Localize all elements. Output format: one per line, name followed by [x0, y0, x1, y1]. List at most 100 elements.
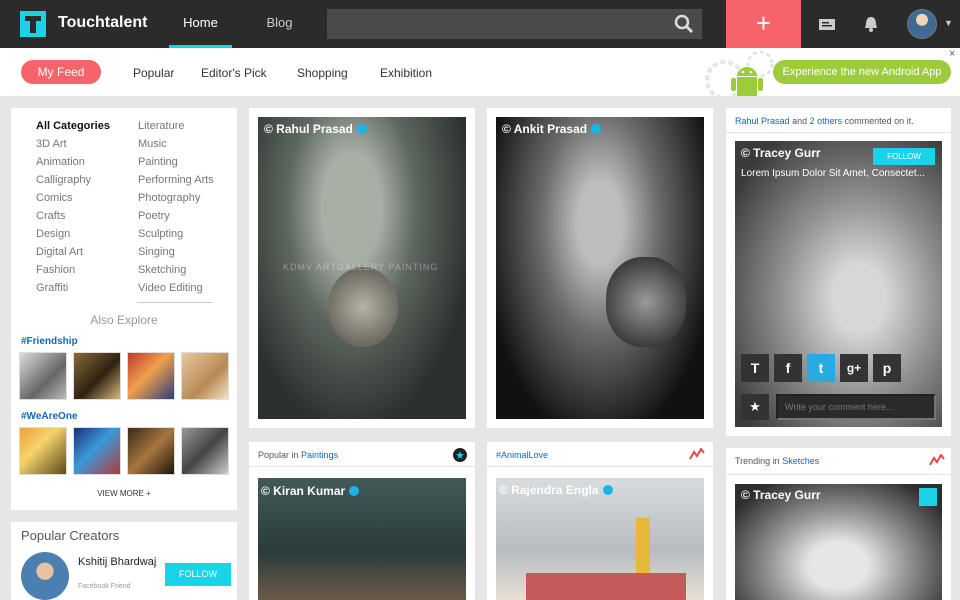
activity-header: Rahul Prasad and 2 others commented on i… [735, 116, 914, 126]
category-item[interactable]: Graffiti [36, 282, 68, 294]
category-item[interactable]: Comics [36, 192, 73, 204]
filter-shopping[interactable]: Shopping [297, 66, 348, 80]
touchtalent-share-icon[interactable]: T [741, 354, 769, 382]
also-explore-heading: Also Explore [90, 313, 158, 327]
category-item[interactable]: Poetry [138, 210, 170, 222]
messages-icon[interactable] [818, 15, 836, 33]
chevron-down-icon[interactable]: ▼ [944, 18, 953, 28]
artist-credit[interactable]: © Tracey Gurr [741, 146, 821, 160]
explore-thumbnail[interactable] [19, 427, 67, 475]
category-item[interactable]: Fashion [36, 264, 75, 276]
category-sidebar: All Categories 3D Art Animation Calligra… [11, 108, 237, 510]
google-plus-share-icon[interactable]: g+ [840, 354, 868, 382]
user-avatar[interactable] [907, 9, 937, 39]
tag-weareone[interactable]: #WeAreOne [21, 411, 78, 422]
explore-thumbnail[interactable] [73, 352, 121, 400]
category-item[interactable]: Painting [138, 156, 178, 168]
category-item[interactable]: Crafts [36, 210, 65, 222]
android-app-promo[interactable]: Experience the new Android App [773, 60, 951, 84]
artwork-image[interactable]: KDMV ARTGALLERY PAINTING [258, 117, 466, 419]
user-link[interactable]: Rahul Prasad [735, 116, 790, 126]
follow-artist-button[interactable]: FOLLOW [873, 148, 935, 165]
android-robot-icon [731, 67, 763, 96]
category-item[interactable]: 3D Art [36, 138, 67, 150]
explore-thumbnail[interactable] [19, 352, 67, 400]
follow-creator-button[interactable]: FOLLOW [165, 563, 231, 586]
follow-user-icon[interactable] [919, 488, 937, 506]
artist-credit[interactable]: © Tracey Gurr [741, 488, 821, 502]
add-post-button[interactable]: + [726, 0, 801, 48]
category-item[interactable]: Sketching [138, 264, 186, 276]
divider [137, 302, 213, 303]
verified-check-icon [602, 485, 613, 495]
artist-credit[interactable]: © Rajendra Engla [499, 483, 613, 497]
twitter-share-icon[interactable]: t [807, 354, 835, 382]
creator-avatar[interactable] [21, 552, 69, 600]
category-item[interactable]: Singing [138, 246, 175, 258]
tab-home[interactable]: Home [169, 0, 232, 48]
category-item[interactable]: Design [36, 228, 70, 240]
search-icon[interactable] [674, 14, 694, 34]
tag-friendship[interactable]: #Friendship [21, 336, 78, 347]
artwork-image[interactable] [496, 117, 704, 419]
others-link[interactable]: 2 others [810, 116, 843, 126]
artwork-card: Popular in Paintings © Kiran Kumar [249, 442, 475, 600]
hashtag-link[interactable]: #AnimalLove [496, 450, 548, 460]
category-item[interactable]: Performing Arts [138, 174, 214, 186]
artist-credit[interactable]: © Ankit Prasad [502, 122, 602, 136]
explore-thumbnail[interactable] [181, 427, 229, 475]
category-item[interactable]: Literature [138, 120, 184, 132]
explore-thumbnail[interactable] [73, 427, 121, 475]
card-header: Trending in Sketches [735, 456, 820, 466]
artwork-card: Trending in Sketches © Tracey Gurr [726, 448, 951, 600]
artist-credit[interactable]: © Kiran Kumar [261, 484, 360, 498]
category-item[interactable]: Sculpting [138, 228, 183, 240]
explore-thumbnail[interactable] [127, 352, 175, 400]
category-item[interactable]: Calligraphy [36, 174, 91, 186]
notifications-bell-icon[interactable] [862, 15, 880, 33]
verified-check-icon [356, 124, 367, 134]
category-item[interactable]: Photography [138, 192, 200, 204]
my-feed-button[interactable]: My Feed [21, 60, 101, 84]
verified-check-icon [591, 124, 602, 134]
filter-exhibition[interactable]: Exhibition [380, 66, 432, 80]
category-item[interactable]: Music [138, 138, 167, 150]
search-input[interactable] [327, 9, 702, 39]
feed-filter-bar: My Feed Popular Editor's Pick Shopping E… [0, 48, 960, 96]
star-favorite-icon[interactable]: ★ [741, 394, 769, 420]
touchtalent-logo-icon[interactable] [20, 11, 46, 37]
watermark: KDMV ARTGALLERY PAINTING [283, 262, 439, 272]
category-all[interactable]: All Categories [36, 120, 110, 132]
close-promo-icon[interactable]: × [949, 48, 955, 60]
artist-credit[interactable]: © Rahul Prasad [264, 122, 367, 136]
card-header: Popular in Paintings [258, 450, 339, 460]
artwork-description: Lorem Ipsum Dolor Sit Amet, Consectet... [741, 168, 925, 179]
verified-check-icon [349, 486, 360, 496]
divider [249, 466, 475, 467]
explore-thumbnail[interactable] [181, 352, 229, 400]
divider [487, 466, 713, 467]
comment-input[interactable] [776, 394, 936, 420]
view-more-link[interactable]: VIEW MORE + [11, 489, 237, 498]
popular-badge-icon [453, 448, 467, 462]
explore-thumbnail[interactable] [127, 427, 175, 475]
artwork-card: © Ankit Prasad [487, 108, 713, 428]
creator-name[interactable]: Kshitij Bhardwaj [78, 556, 158, 568]
filter-editors-pick[interactable]: Editor's Pick [201, 66, 267, 80]
category-item[interactable]: Video Editing [138, 282, 203, 294]
trending-icon [929, 454, 945, 466]
category-item[interactable]: Digital Art [36, 246, 83, 258]
tab-blog[interactable]: Blog [248, 0, 311, 48]
popular-creators-panel: Popular Creators Kshitij Bhardwaj Facebo… [11, 522, 237, 600]
artwork-image[interactable] [735, 141, 942, 427]
brand-name[interactable]: Touchtalent [58, 14, 147, 32]
trending-icon [689, 448, 705, 460]
facebook-share-icon[interactable]: f [774, 354, 802, 382]
category-item[interactable]: Animation [36, 156, 85, 168]
top-bar: Touchtalent Home Blog + ▼ [0, 0, 960, 48]
filter-popular[interactable]: Popular [133, 66, 174, 80]
category-link[interactable]: Paintings [301, 450, 338, 460]
creator-subtitle: Facebook Friend [78, 583, 131, 590]
category-link[interactable]: Sketches [782, 456, 819, 466]
pinterest-share-icon[interactable]: p [873, 354, 901, 382]
